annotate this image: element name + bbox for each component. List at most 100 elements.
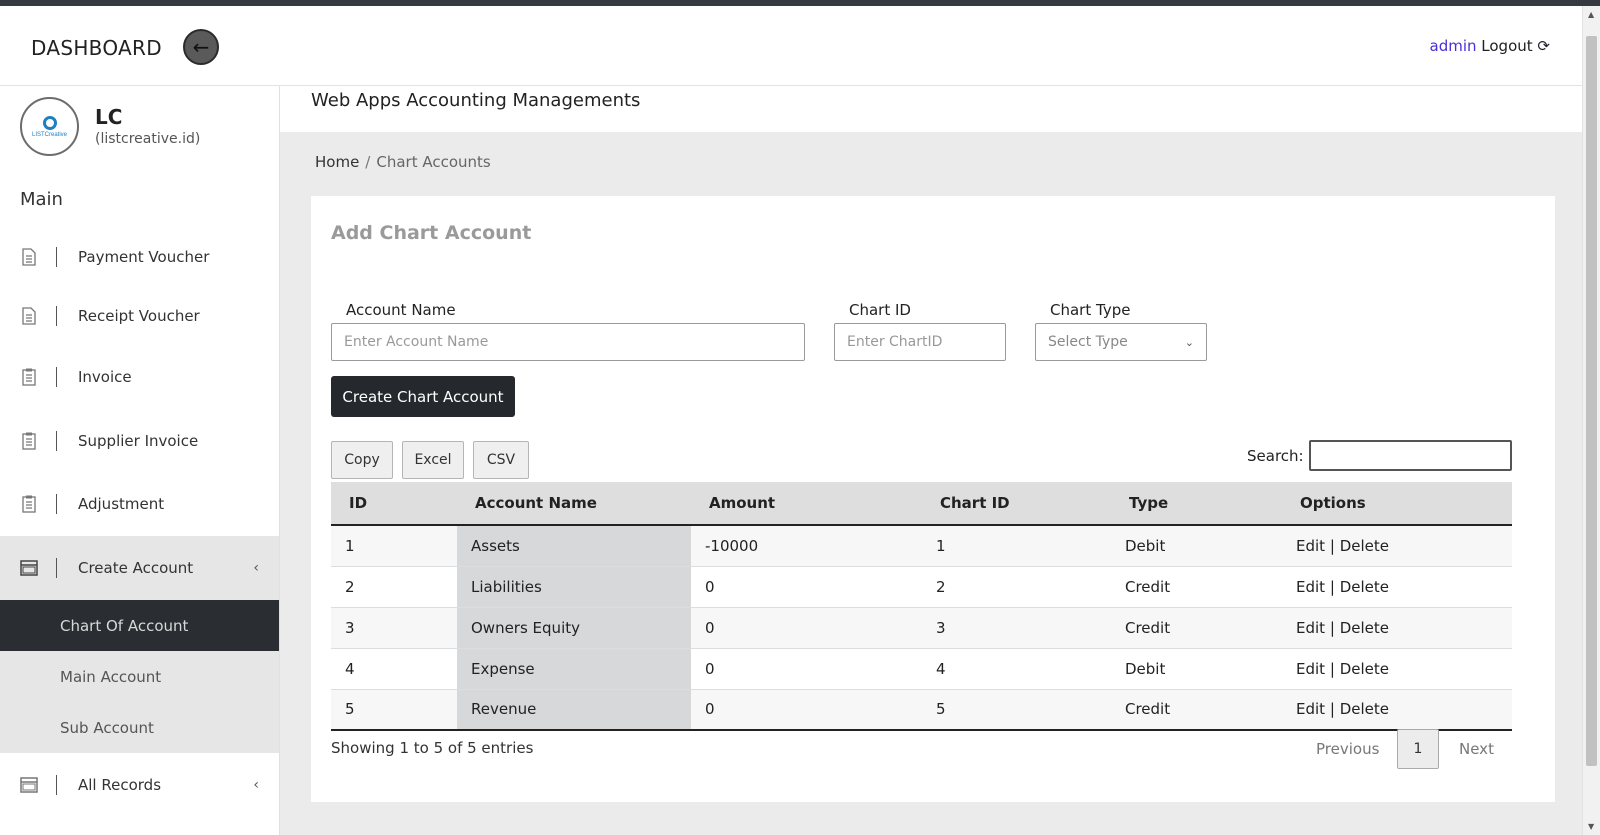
cell-id: 5 — [331, 689, 457, 731]
cell-id: 3 — [331, 607, 457, 649]
page-title: Web Apps Accounting Managements — [311, 90, 641, 111]
cell-type: Debit — [1111, 525, 1282, 567]
options-separator: | — [1329, 536, 1335, 555]
edit-link[interactable]: Edit — [1296, 537, 1325, 555]
edit-link[interactable]: Edit — [1296, 578, 1325, 596]
table-row: 3 Owners Equity 0 3 Credit Edit | Delete — [331, 607, 1512, 649]
sidebar-subitem-chart-of-account[interactable]: Chart Of Account — [0, 600, 279, 651]
column-header-options[interactable]: Options — [1282, 482, 1512, 526]
scroll-up-icon[interactable]: ▲ — [1588, 10, 1594, 19]
delete-link[interactable]: Delete — [1340, 578, 1389, 596]
divider — [56, 431, 57, 451]
cell-account-name: Expense — [457, 648, 691, 690]
chart-type-select[interactable]: Select Type ⌄ — [1035, 323, 1207, 361]
delete-link[interactable]: Delete — [1340, 660, 1389, 678]
chevron-left-icon: ‹ — [253, 560, 259, 576]
sidebar-item-label: Supplier Invoice — [78, 432, 199, 450]
chart-accounts-table: ID Account Name Amount Chart ID Type Opt… — [331, 482, 1512, 731]
sidebar-item-receipt-voucher[interactable]: Receipt Voucher — [0, 284, 279, 348]
delete-link[interactable]: Delete — [1340, 619, 1389, 637]
divider — [56, 775, 57, 795]
chart-type-selected: Select Type — [1048, 334, 1128, 350]
org-domain: (listcreative.id) — [95, 131, 201, 147]
cell-options: Edit | Delete — [1282, 648, 1512, 690]
cell-options: Edit | Delete — [1282, 566, 1512, 608]
options-separator: | — [1329, 618, 1335, 637]
table-row: 5 Revenue 0 5 Credit Edit | Delete — [331, 689, 1512, 731]
logout-link[interactable]: Logout — [1481, 37, 1532, 55]
cell-amount: 0 — [691, 566, 922, 608]
delete-link[interactable]: Delete — [1340, 700, 1389, 718]
column-header-id[interactable]: ID — [331, 482, 457, 526]
edit-link[interactable]: Edit — [1296, 619, 1325, 637]
window-icon — [20, 558, 38, 578]
column-header-chart-id[interactable]: Chart ID — [922, 482, 1111, 526]
csv-button[interactable]: CSV — [473, 441, 529, 479]
divider — [56, 306, 57, 326]
page-title-bar: Web Apps Accounting Managements — [280, 86, 1582, 132]
cell-id: 4 — [331, 648, 457, 690]
options-separator: | — [1329, 659, 1335, 678]
scroll-down-icon[interactable]: ▼ — [1588, 822, 1594, 831]
breadcrumb: Home / Chart Accounts — [315, 153, 491, 171]
breadcrumb-current: Chart Accounts — [376, 153, 491, 171]
username-link[interactable]: admin — [1430, 37, 1477, 55]
create-chart-account-button[interactable]: Create Chart Account — [331, 376, 515, 417]
sidebar-item-label: Create Account — [78, 559, 194, 577]
sidebar-toggle-button[interactable]: ← — [183, 29, 219, 65]
chart-id-input[interactable]: Enter ChartID — [834, 323, 1006, 361]
sidebar-item-adjustment[interactable]: Adjustment — [0, 472, 279, 536]
breadcrumb-separator: / — [365, 153, 371, 171]
cell-type: Credit — [1111, 689, 1282, 731]
cell-id: 2 — [331, 566, 457, 608]
column-header-account-name[interactable]: Account Name — [457, 482, 691, 526]
scrollbar-thumb[interactable] — [1586, 36, 1597, 766]
pagination-page-1[interactable]: 1 — [1397, 729, 1439, 769]
page-scrollbar[interactable]: ▲ ▼ — [1582, 6, 1600, 835]
chart-account-card: Add Chart Account Account Name Enter Acc… — [311, 196, 1555, 802]
copy-button[interactable]: Copy — [331, 441, 393, 479]
pagination-previous[interactable]: Previous — [1316, 740, 1379, 758]
chart-id-label: Chart ID — [849, 301, 911, 319]
clipboard-icon — [20, 367, 38, 387]
search-label: Search: — [1247, 447, 1304, 465]
cell-id: 1 — [331, 525, 457, 567]
sidebar-subitem-main-account[interactable]: Main Account — [0, 651, 279, 702]
delete-link[interactable]: Delete — [1340, 537, 1389, 555]
sidebar-item-invoice[interactable]: Invoice — [0, 345, 279, 409]
table-header-row: ID Account Name Amount Chart ID Type Opt… — [331, 482, 1512, 526]
pagination-next[interactable]: Next — [1459, 740, 1494, 758]
divider — [56, 247, 57, 267]
edit-link[interactable]: Edit — [1296, 700, 1325, 718]
arrow-left-icon: ← — [192, 35, 210, 59]
company-logo: LISTCreative — [20, 97, 79, 156]
sidebar-item-payment-voucher[interactable]: Payment Voucher — [0, 225, 279, 289]
breadcrumb-home[interactable]: Home — [315, 153, 359, 171]
excel-button[interactable]: Excel — [402, 441, 464, 479]
sidebar-item-all-records[interactable]: All Records ‹ — [0, 753, 279, 817]
logout-icon[interactable]: ⟳ — [1537, 37, 1550, 55]
cell-amount: 0 — [691, 689, 922, 731]
logo-mark-icon — [42, 115, 57, 130]
column-header-type[interactable]: Type — [1111, 482, 1282, 526]
column-header-amount[interactable]: Amount — [691, 482, 922, 526]
cell-account-name: Liabilities — [457, 566, 691, 608]
sidebar-item-label: Adjustment — [78, 495, 165, 513]
sidebar-item-create-account[interactable]: Create Account ‹ — [0, 536, 279, 600]
table-row: 2 Liabilities 0 2 Credit Edit | Delete — [331, 566, 1512, 608]
search-input[interactable] — [1309, 440, 1512, 471]
sidebar-subitem-sub-account[interactable]: Sub Account — [0, 702, 279, 753]
sidebar-heading: Main — [20, 189, 63, 210]
cell-chart-id: 3 — [922, 607, 1111, 649]
options-separator: | — [1329, 700, 1335, 719]
cell-chart-id: 5 — [922, 689, 1111, 731]
sidebar-item-label: Payment Voucher — [78, 248, 210, 266]
cell-account-name: Assets — [457, 525, 691, 567]
cell-chart-id: 4 — [922, 648, 1111, 690]
sidebar-item-supplier-invoice[interactable]: Supplier Invoice — [0, 409, 279, 473]
chart-type-label: Chart Type — [1050, 301, 1131, 319]
edit-link[interactable]: Edit — [1296, 660, 1325, 678]
cell-amount: -10000 — [691, 525, 922, 567]
clipboard-icon — [20, 494, 38, 514]
account-name-input[interactable]: Enter Account Name — [331, 323, 805, 361]
